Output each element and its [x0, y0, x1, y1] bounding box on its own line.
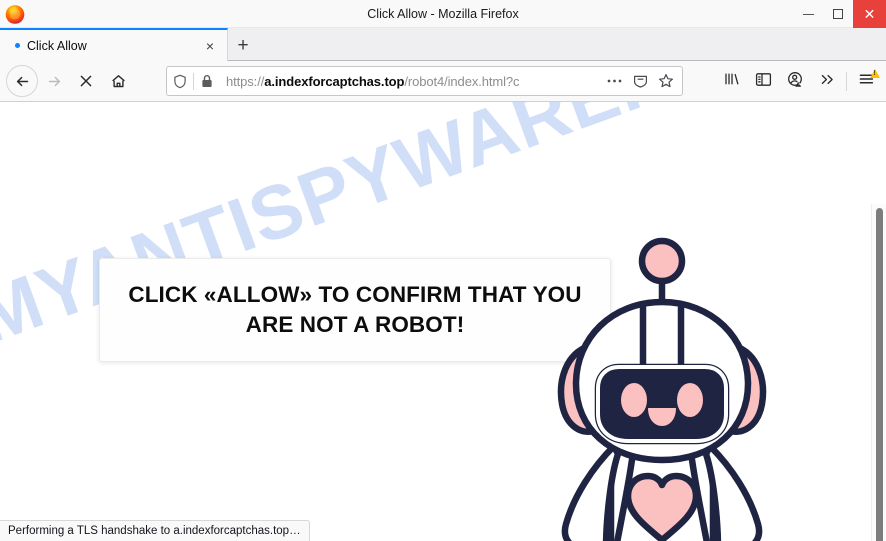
- url-path: /robot4/index.html?c: [404, 73, 520, 89]
- url-bar[interactable]: https://a.indexforcaptchas.top/robot4/in…: [166, 66, 683, 96]
- sidebar-button[interactable]: [747, 66, 779, 98]
- page-content: MYANTISPYWARE.COM CLICK «ALLOW» TO CONFI…: [0, 102, 886, 541]
- home-icon: [110, 73, 127, 90]
- url-subdomain: a.: [264, 73, 275, 89]
- account-button[interactable]: [779, 66, 811, 98]
- chevron-double-right-icon: [819, 72, 836, 92]
- back-button[interactable]: [6, 65, 38, 97]
- library-button[interactable]: [715, 66, 747, 98]
- toolbar-right-actions: [715, 61, 886, 102]
- url-domain: indexforcaptchas.top: [274, 73, 405, 89]
- window-title: Click Allow - Mozilla Firefox: [367, 7, 519, 21]
- stop-button[interactable]: [70, 65, 102, 97]
- captcha-message-card: CLICK «ALLOW» TO CONFIRM THAT YOU ARE NO…: [99, 258, 611, 362]
- tab-close-icon[interactable]: ×: [199, 35, 221, 57]
- maximize-icon: [833, 9, 843, 19]
- ellipsis-icon[interactable]: [601, 67, 627, 95]
- account-warning-icon: [787, 71, 804, 93]
- status-bar: Performing a TLS handshake to a.indexfor…: [0, 520, 310, 541]
- urlbar-actions: [601, 67, 679, 95]
- overflow-button[interactable]: [811, 66, 843, 98]
- page-scrollbar[interactable]: [871, 204, 886, 541]
- minimize-button[interactable]: [793, 0, 823, 28]
- back-arrow-icon: [14, 73, 31, 90]
- forward-button: [38, 65, 70, 97]
- window-controls: ✕: [793, 0, 886, 28]
- scrollbar-thumb[interactable]: [876, 208, 883, 541]
- close-icon: ✕: [863, 5, 876, 22]
- maximize-button[interactable]: [823, 0, 853, 28]
- new-tab-button[interactable]: +: [229, 32, 257, 60]
- minimize-icon: [802, 13, 814, 15]
- robot-right-eye: [677, 383, 703, 417]
- sidebar-icon: [755, 72, 772, 92]
- tracking-protection-shield-icon[interactable]: [167, 67, 193, 95]
- warning-triangle-icon: [870, 68, 880, 78]
- stop-x-icon: [78, 73, 94, 89]
- star-icon[interactable]: [653, 67, 679, 95]
- robot-illustration: [544, 228, 780, 541]
- tab-title: Click Allow: [27, 38, 87, 53]
- padlock-icon[interactable]: [194, 67, 220, 95]
- url-scheme: https://: [226, 73, 265, 89]
- tab-click-allow[interactable]: Click Allow ×: [0, 28, 228, 61]
- app-menu-button[interactable]: [850, 66, 882, 98]
- forward-arrow-icon: [46, 73, 63, 90]
- reader-mode-icon[interactable]: [627, 67, 653, 95]
- robot-left-eye: [621, 383, 647, 417]
- close-button[interactable]: ✕: [853, 0, 886, 28]
- library-icon: [723, 71, 740, 92]
- window-titlebar: Click Allow - Mozilla Firefox ✕: [0, 0, 886, 28]
- tab-strip: Click Allow × +: [0, 28, 886, 61]
- home-button[interactable]: [102, 65, 134, 97]
- toolbar-divider: [846, 72, 847, 91]
- captcha-message-text: CLICK «ALLOW» TO CONFIRM THAT YOU ARE NO…: [128, 282, 582, 337]
- url-text[interactable]: https://a.indexforcaptchas.top/robot4/in…: [226, 74, 601, 89]
- tab-loading-dot-icon: [15, 43, 20, 48]
